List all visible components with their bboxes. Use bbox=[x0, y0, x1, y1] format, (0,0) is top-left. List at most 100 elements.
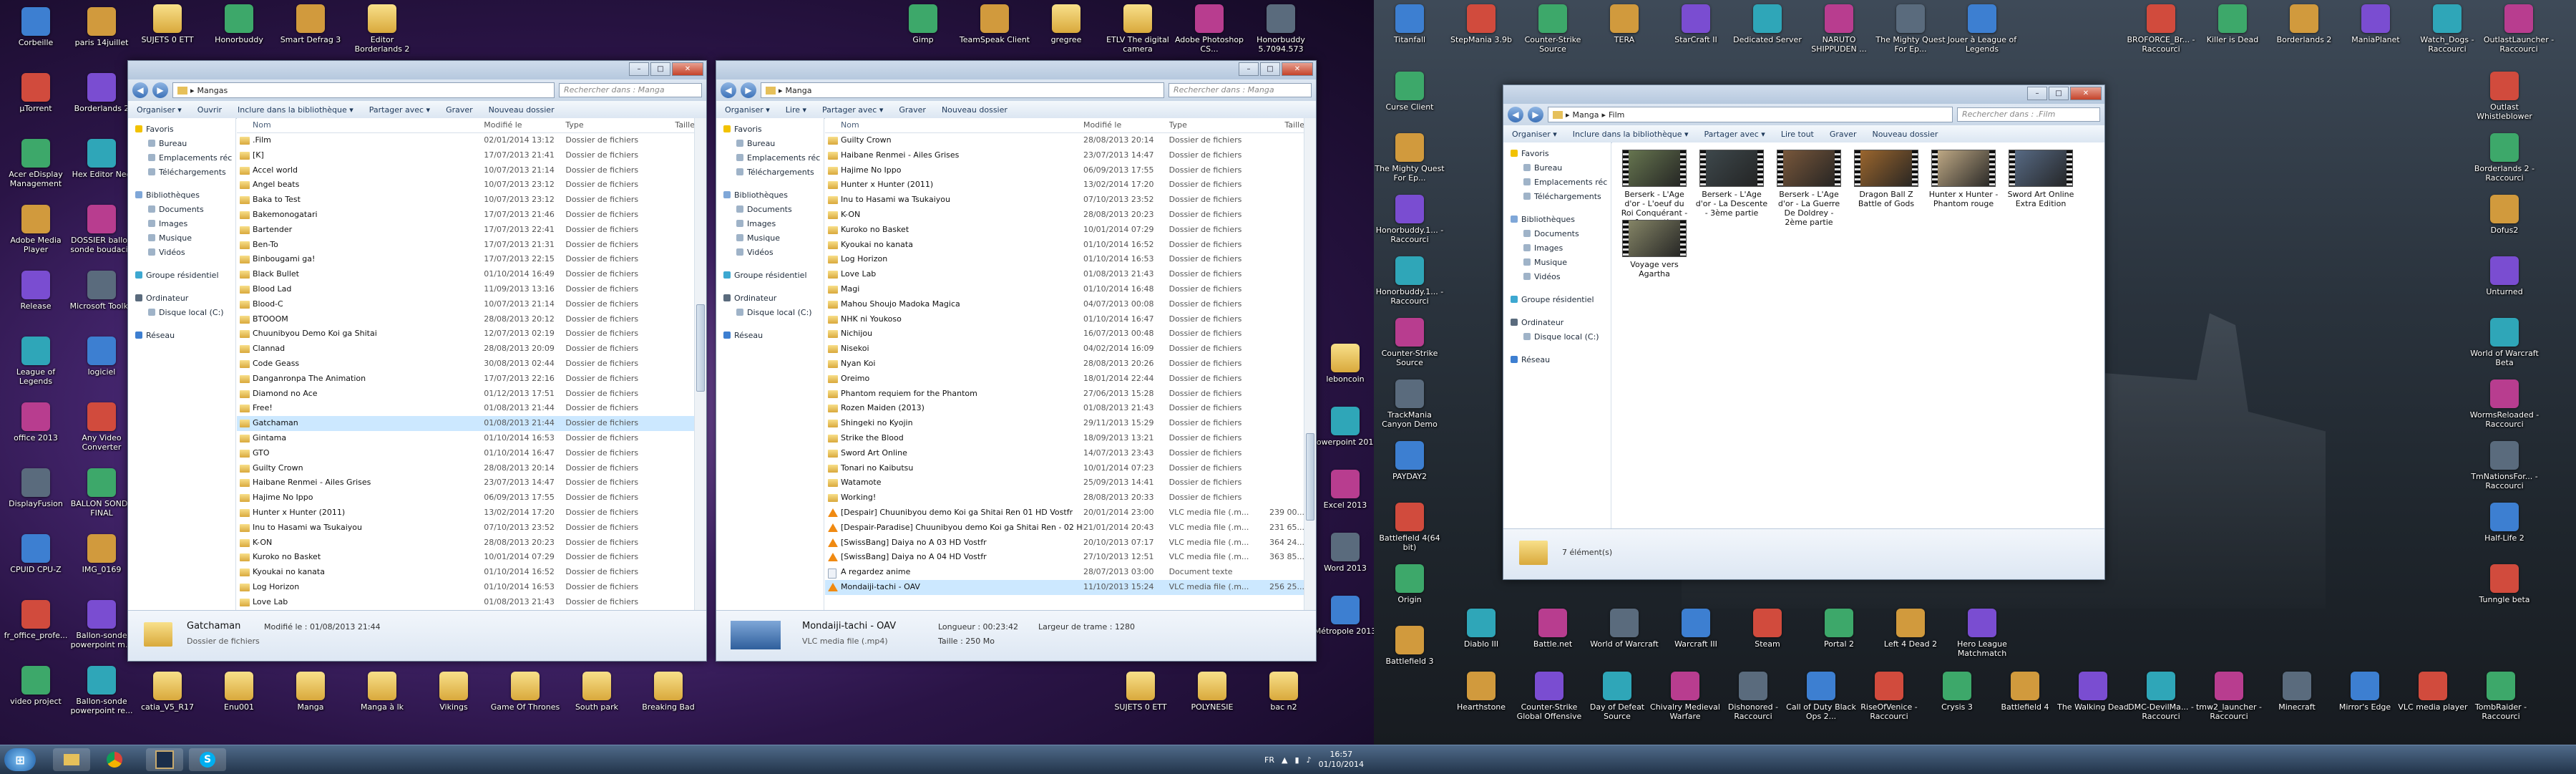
desktop-icon[interactable]: Borderlands 2 - Raccourci bbox=[2469, 133, 2540, 183]
command-button[interactable]: Ouvrir bbox=[197, 105, 222, 115]
nav-item[interactable]: Bibliothèques bbox=[1503, 213, 1611, 227]
back-arrow-icon[interactable]: ◀ bbox=[721, 82, 736, 98]
desktop-icon[interactable]: Origin bbox=[1374, 564, 1445, 604]
minimize-button[interactable]: – bbox=[629, 62, 649, 76]
nav-item[interactable]: Ordinateur bbox=[1503, 316, 1611, 330]
file-row[interactable]: Chuunibyou Demo Koi ga Shitai 12/07/2013 … bbox=[237, 326, 695, 342]
nav-item[interactable]: Bureau bbox=[1503, 161, 1611, 175]
desktop-icon[interactable]: µTorrent bbox=[0, 73, 72, 113]
desktop-icon[interactable]: DOSSIER ballon sonde boudaciu bbox=[66, 205, 137, 254]
desktop-icon[interactable]: The Mighty Quest For Ep... bbox=[1374, 133, 1445, 183]
file-row[interactable]: Accel world 10/07/2013 21:14 Dossier de fi… bbox=[237, 163, 695, 178]
file-row[interactable]: Kyoukai no kanata 01/10/2014 16:52 Dossier… bbox=[825, 238, 1304, 253]
back-arrow-icon[interactable]: ◀ bbox=[1508, 107, 1523, 122]
command-button[interactable]: Graver bbox=[446, 105, 473, 115]
file-row[interactable]: Black Bullet 01/10/2014 16:49 Dossier de f… bbox=[237, 267, 695, 282]
desktop-icon[interactable]: Call of Duty Black Ops 2... bbox=[1785, 672, 1857, 721]
close-button[interactable]: ✕ bbox=[2070, 87, 2102, 100]
desktop-icon[interactable]: Battlefield 4 bbox=[1989, 672, 2061, 712]
file-row[interactable]: Oreimo 18/01/2014 22:44 Dossier de fichier… bbox=[825, 372, 1304, 387]
nav-item[interactable]: Disque local (C:) bbox=[1503, 330, 1611, 344]
command-button[interactable]: Nouveau dossier bbox=[489, 105, 555, 115]
file-row[interactable]: Blood-C 10/07/2013 21:14 Dossier de fichie… bbox=[237, 297, 695, 312]
desktop-icon[interactable]: Métropole 2013 bbox=[1309, 596, 1374, 636]
address-bar[interactable]: ▸ Manga ▸ Film bbox=[1548, 107, 1953, 122]
desktop-icon[interactable]: DisplayFusion bbox=[0, 468, 72, 508]
column-header-date[interactable]: Modifié le bbox=[1083, 118, 1169, 132]
desktop-icon[interactable]: POLYNESIE bbox=[1176, 672, 1248, 712]
desktop-icon[interactable]: Dishonored - Raccourci bbox=[1717, 672, 1789, 721]
nav-item[interactable]: Disque local (C:) bbox=[128, 306, 235, 320]
file-row[interactable]: Nichijou 16/07/2013 00:48 Dossier de fichi… bbox=[825, 326, 1304, 342]
file-row[interactable]: Guilty Crown 28/08/2013 20:14 Dossier de f… bbox=[825, 133, 1304, 148]
file-row[interactable]: Angel beats 10/07/2013 23:12 Dossier de fi… bbox=[237, 178, 695, 193]
vertical-scrollbar[interactable] bbox=[694, 118, 706, 611]
desktop-icon[interactable]: leboncoin bbox=[1309, 344, 1374, 384]
command-button[interactable]: Partager avec ▾ bbox=[822, 105, 883, 115]
nav-item[interactable]: Bureau bbox=[716, 137, 824, 151]
nav-item[interactable]: Vidéos bbox=[128, 246, 235, 260]
explorer-window-manga-2[interactable]: – □ ✕ ◀ ▶ ▸ Manga Rechercher dans : Mang… bbox=[716, 60, 1317, 662]
command-button[interactable]: Inclure dans la bibliothèque ▾ bbox=[238, 105, 353, 115]
desktop-icon[interactable]: Dofus2 bbox=[2469, 195, 2540, 235]
column-header-name[interactable]: Nom bbox=[825, 118, 1083, 132]
desktop-icon[interactable]: Acer eDisplay Management bbox=[0, 139, 72, 188]
nav-item[interactable]: Vidéos bbox=[1503, 270, 1611, 284]
column-header-size[interactable]: Taille bbox=[654, 118, 695, 132]
file-row[interactable]: Baka to Test 10/07/2013 23:12 Dossier de f… bbox=[237, 193, 695, 208]
desktop-icon[interactable]: Tunngle beta bbox=[2469, 564, 2540, 604]
nav-item[interactable]: Musique bbox=[716, 231, 824, 246]
desktop-icon[interactable]: office 2013 bbox=[0, 402, 72, 442]
file-row[interactable]: [Despair] Chuunibyou demo Koi ga Shitai … bbox=[825, 505, 1304, 521]
desktop-icon[interactable]: Honorbuddy bbox=[203, 4, 275, 44]
desktop-icon[interactable]: tmw2_launcher - Raccourci bbox=[2193, 672, 2265, 721]
title-bar[interactable]: – □ ✕ bbox=[128, 61, 706, 79]
nav-item[interactable]: Musique bbox=[1503, 256, 1611, 270]
desktop-icon[interactable]: CPUID CPU-Z bbox=[0, 534, 72, 574]
command-button[interactable]: Lire ▾ bbox=[786, 105, 806, 115]
file-row[interactable]: Haibane Renmei - Ailes Grises 23/07/2013 … bbox=[237, 475, 695, 490]
desktop-icon[interactable]: gregree bbox=[1030, 4, 1102, 44]
desktop-icon[interactable]: Editor Borderlands 2 bbox=[346, 4, 418, 54]
explorer-window-film[interactable]: – □ ✕ ◀ ▶ ▸ Manga ▸ Film Rechercher dans… bbox=[1503, 84, 2105, 580]
file-row[interactable]: Inu to Hasami wa Tsukaiyou 07/10/2013 23:… bbox=[237, 521, 695, 536]
file-row[interactable]: Love Lab 01/08/2013 21:43 Dossier de fichi… bbox=[825, 267, 1304, 282]
command-button[interactable]: Nouveau dossier bbox=[1872, 130, 1938, 139]
nav-item[interactable]: Images bbox=[716, 217, 824, 231]
command-button[interactable]: Nouveau dossier bbox=[942, 105, 1008, 115]
nav-item[interactable]: Documents bbox=[716, 203, 824, 217]
desktop-icon[interactable]: Half-Life 2 bbox=[2469, 503, 2540, 543]
close-button[interactable]: ✕ bbox=[1282, 62, 1313, 76]
desktop-icon[interactable]: TERA bbox=[1589, 4, 1660, 44]
desktop-icon[interactable]: Battlefield 4(64 bit) bbox=[1374, 503, 1445, 552]
desktop-icon[interactable]: Hero League Matchmatch bbox=[1946, 609, 2018, 658]
command-button[interactable]: Graver bbox=[1830, 130, 1857, 139]
desktop-icon[interactable]: Ballon-sonde powerpoint re... bbox=[66, 666, 137, 715]
skype-taskbar-icon[interactable]: S bbox=[189, 748, 226, 771]
file-row[interactable]: Hunter x Hunter (2011) 13/02/2014 17:20 Do… bbox=[825, 178, 1304, 193]
file-row[interactable]: K-ON 28/08/2013 20:23 Dossier de fichiers bbox=[825, 208, 1304, 223]
file-row[interactable]: [K] 17/07/2013 21:41 Dossier de fichiers bbox=[237, 148, 695, 163]
nav-item[interactable]: Disque local (C:) bbox=[716, 306, 824, 320]
desktop-icon[interactable]: Counter-Strike Global Offensive bbox=[1513, 672, 1585, 721]
file-row[interactable]: Magi 01/10/2014 16:48 Dossier de fichiers bbox=[825, 282, 1304, 297]
nav-item[interactable]: Favoris bbox=[716, 122, 824, 137]
file-row[interactable]: Clannad 28/08/2013 20:09 Dossier de fichie… bbox=[237, 342, 695, 357]
file-row[interactable]: K-ON 28/08/2013 20:23 Dossier de fichiers bbox=[237, 536, 695, 551]
command-button[interactable]: Organiser ▾ bbox=[1512, 130, 1557, 139]
desktop-icon[interactable]: Hearthstone bbox=[1445, 672, 1517, 712]
maximize-button[interactable]: □ bbox=[1260, 62, 1280, 76]
file-row[interactable]: Blood Lad 11/09/2013 13:16 Dossier de fich… bbox=[237, 282, 695, 297]
file-row[interactable]: Sword Art Online 14/07/2013 23:43 Dossier … bbox=[825, 446, 1304, 461]
file-row[interactable]: [Despair-Paradise] Chuunibyou demo Koi g… bbox=[825, 521, 1304, 536]
command-button[interactable]: Lire tout bbox=[1781, 130, 1814, 139]
file-row[interactable]: [SwissBang] Daiya no A 04 HD Vostfr 27/10… bbox=[825, 550, 1304, 565]
desktop-icon[interactable]: Manga bbox=[275, 672, 346, 712]
desktop-icon[interactable]: Word 2013 bbox=[1309, 533, 1374, 573]
desktop-icon[interactable]: Corbeille bbox=[0, 7, 72, 47]
file-row[interactable]: Mondaiji-tachi - OAV 11/10/2013 15:24 VLC … bbox=[825, 579, 1304, 595]
language-indicator[interactable]: FR bbox=[1264, 755, 1274, 765]
desktop-icon[interactable]: ETLV The digital camera bbox=[1102, 4, 1174, 54]
desktop-icon[interactable]: video project bbox=[0, 666, 72, 706]
network-icon[interactable]: ▮ bbox=[1295, 755, 1299, 765]
